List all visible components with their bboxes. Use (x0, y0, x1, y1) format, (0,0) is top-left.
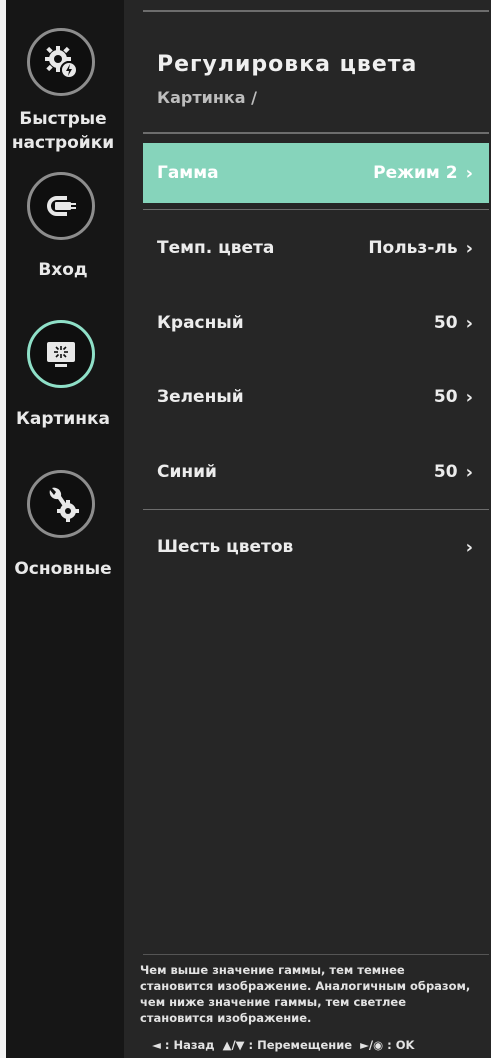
back-hint: ◄ : Назад (152, 1038, 215, 1052)
menu-item-value: Польз-ль (368, 238, 458, 258)
chevron-right-icon: › (465, 536, 473, 558)
divider (143, 132, 489, 134)
menu-item-red[interactable]: Красный 50 › (143, 296, 489, 350)
menu-item-value: 50 (433, 387, 458, 407)
menu-item-label: Гамма (157, 163, 219, 183)
wrench-gear-icon (27, 470, 95, 538)
menu-item-gamma[interactable]: Гамма Режим 2 › (143, 143, 489, 203)
sidebar: Быстрые настройки Вход Картинка Основные (6, 0, 124, 1058)
input-plug-icon (27, 172, 95, 240)
chevron-right-icon: › (465, 461, 473, 483)
chevron-right-icon: › (465, 237, 473, 259)
move-hint: ▲/▼ : Перемещение (222, 1038, 353, 1052)
page-title: Регулировка цвета (157, 52, 418, 77)
menu-item-blue[interactable]: Синий 50 › (143, 445, 489, 499)
menu-item-value: Режим 2 (373, 163, 458, 183)
menu-item-label: Шесть цветов (157, 537, 294, 557)
menu-item-label: Красный (157, 313, 244, 333)
menu-item-six-colors[interactable]: Шесть цветов › (143, 520, 489, 574)
menu-item-label: Зеленый (157, 387, 244, 407)
sidebar-item-label: Вход (38, 260, 88, 280)
chevron-right-icon: › (465, 386, 473, 408)
help-text: Чем выше значение гаммы, тем темнее стан… (140, 963, 471, 1025)
sidebar-item-label: Основные (14, 559, 112, 579)
sidebar-item-label: Быстрые настройки (11, 109, 115, 153)
menu-item-label: Синий (157, 462, 217, 482)
divider (143, 954, 489, 955)
monitor-icon (27, 320, 95, 388)
menu-item-label: Темп. цвета (157, 238, 275, 258)
key-hints: ◄ : Назад ▲/▼ : Перемещение ►/◉ : OK (152, 1038, 491, 1052)
menu-item-value: 50 (433, 313, 458, 333)
gear-bolt-icon (27, 28, 95, 96)
divider (143, 209, 489, 210)
chevron-right-icon: › (465, 162, 473, 184)
settings-panel: Регулировка цвета Картинка / Гамма Режим… (124, 0, 491, 1058)
chevron-right-icon: › (465, 312, 473, 334)
sidebar-item-label: Картинка (15, 409, 111, 429)
menu-item-green[interactable]: Зеленый 50 › (143, 370, 489, 424)
divider (143, 10, 489, 12)
breadcrumb: Картинка / (157, 88, 257, 107)
menu-item-color-temp[interactable]: Темп. цвета Польз-ль › (143, 221, 489, 275)
menu-item-value: 50 (433, 462, 458, 482)
divider (143, 509, 489, 510)
ok-hint: ►/◉ : OK (360, 1038, 415, 1052)
